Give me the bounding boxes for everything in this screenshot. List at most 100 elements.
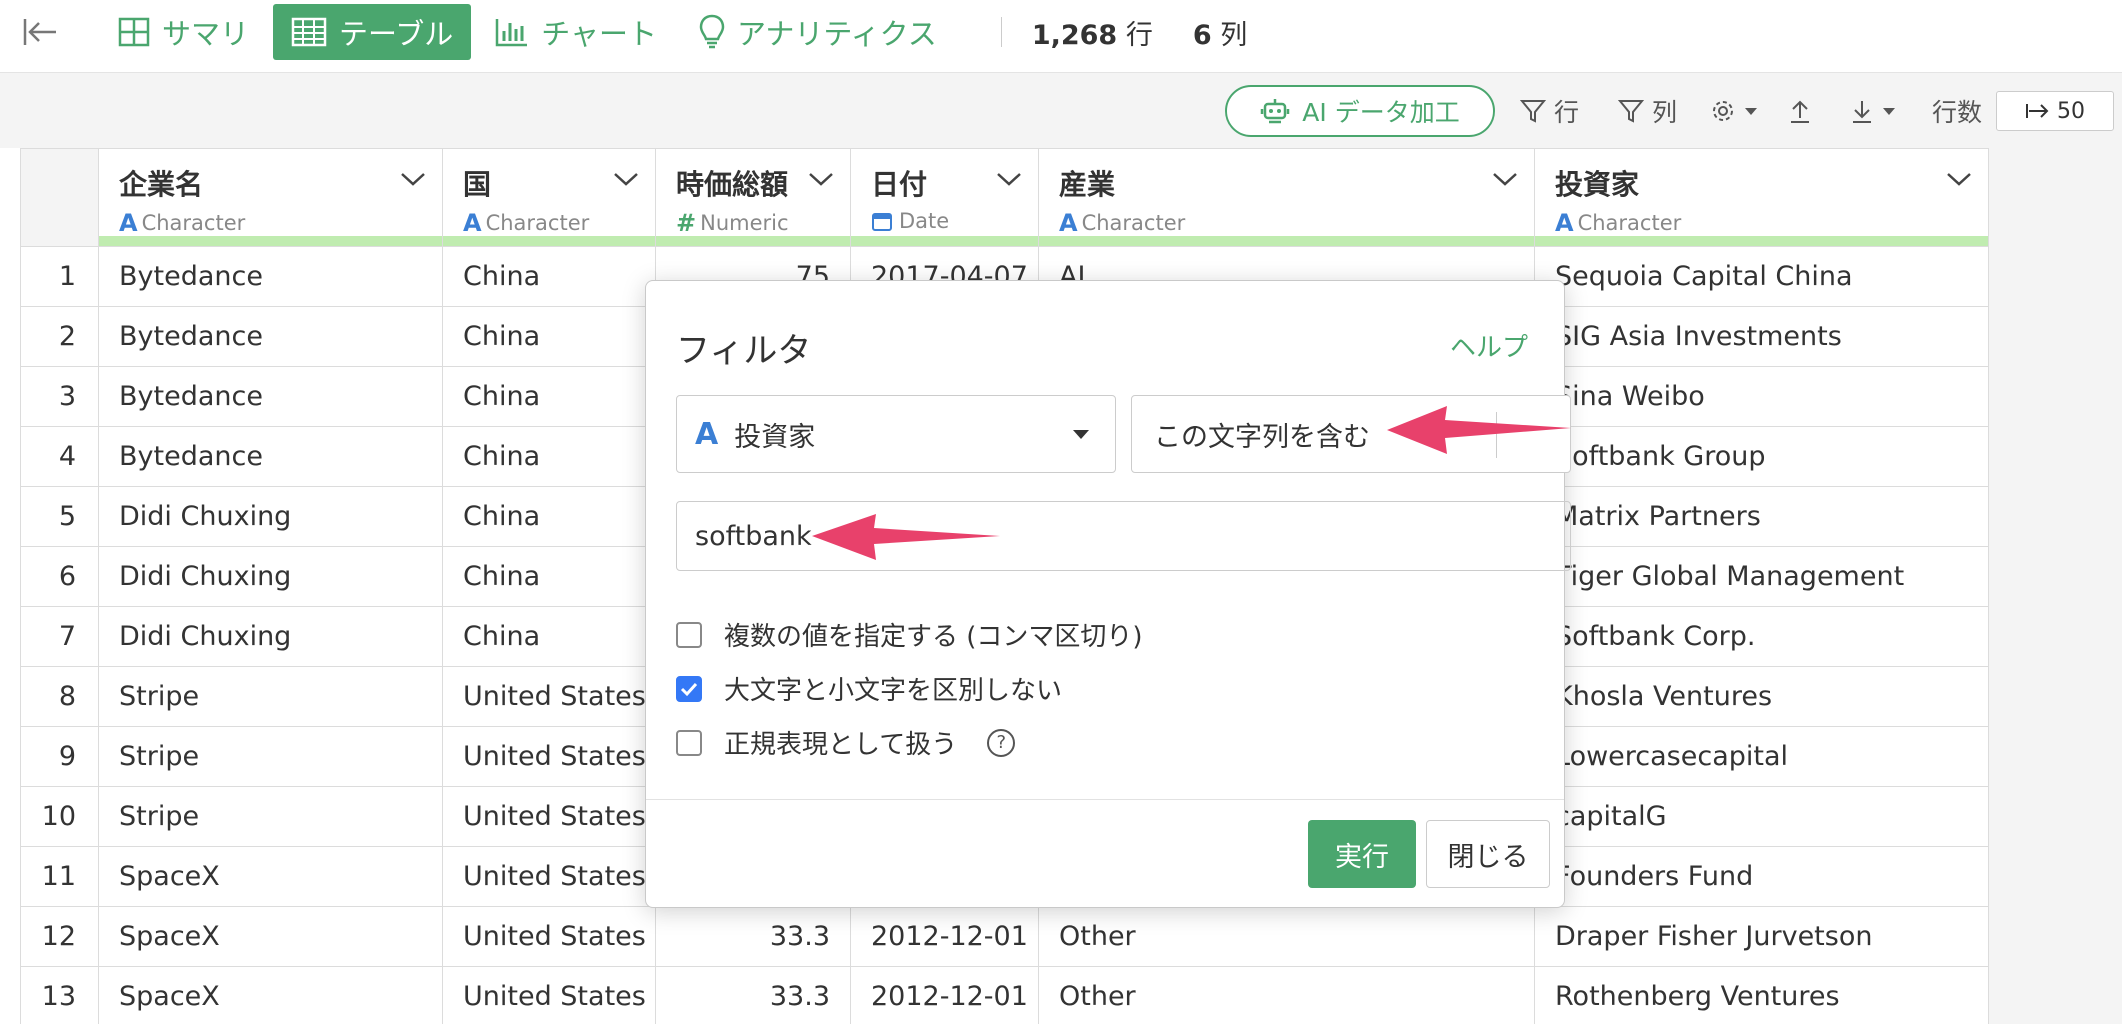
character-type-icon: A (695, 416, 719, 452)
tab-analytics[interactable]: アナリティクス (681, 4, 955, 60)
run-button[interactable]: 実行 (1308, 820, 1416, 888)
chevron-down-icon[interactable] (400, 171, 426, 187)
option-regex[interactable]: 正規表現として扱う ? (676, 724, 1016, 761)
option-case-insensitive[interactable]: 大文字と小文字を区別しない (676, 670, 1062, 707)
table-row[interactable]: 13 SpaceX United States 33.3 2012-12-01 Other… (20, 966, 1989, 1024)
table-cell: United States (442, 666, 656, 727)
table-cell: 2012-12-01 (850, 906, 1039, 967)
selected-operator: この文字列を含む (1154, 421, 1370, 453)
chevron-down-icon[interactable] (1946, 171, 1972, 187)
help-link[interactable]: ヘルプ (1450, 327, 1528, 364)
row-number: 2 (20, 306, 99, 367)
table-cell: China (442, 246, 656, 307)
settings-menu-button[interactable] (1710, 93, 1766, 129)
arrow-right-bar-icon (2026, 104, 2049, 118)
tab-summary[interactable]: サマリ (100, 4, 267, 60)
table-cell: Other (1038, 906, 1535, 967)
regex-checkbox[interactable] (676, 729, 702, 756)
chevron-down-icon[interactable] (1492, 171, 1518, 187)
header-row: 企業名 A Character 国 A Character 時価総額 # Numeri… (20, 148, 1989, 247)
table-cell: China (442, 306, 656, 367)
lightbulb-icon (699, 14, 725, 49)
summary-grid-icon (118, 17, 150, 47)
calendar-icon (872, 213, 892, 231)
table-cell: China (442, 426, 656, 487)
table-cell: Draper Fisher Jurvetson (1534, 906, 1989, 967)
case-insensitive-checkbox[interactable] (676, 675, 702, 702)
option-multiple-values[interactable]: 複数の値を指定する (コンマ区切り) (676, 616, 1143, 653)
filter-value-text: softbank (695, 520, 812, 552)
column-header-country[interactable]: 国 A Character (442, 148, 656, 247)
robot-icon (1261, 99, 1290, 124)
table-cell: SpaceX (98, 846, 443, 907)
collapse-sidebar-icon[interactable] (20, 12, 60, 52)
upload-button[interactable] (1788, 93, 1820, 129)
column-filter-button[interactable]: 列 (1618, 93, 1677, 129)
table-cell: China (442, 606, 656, 667)
tab-label: チャート (541, 17, 657, 51)
table-cell: Softbank Group (1534, 426, 1989, 487)
character-type-icon: A (463, 209, 482, 237)
multiple-values-checkbox[interactable] (676, 621, 702, 648)
character-type-icon: A (119, 209, 138, 237)
checkmark-icon (680, 682, 698, 696)
table-cell: Matrix Partners (1534, 486, 1989, 547)
table-cell: Bytedance (98, 426, 443, 487)
row-number: 1 (20, 246, 99, 307)
rows-per-page-input[interactable]: 50 (1996, 91, 2114, 131)
table-cell: Stripe (98, 786, 443, 847)
table-cell: capitalG (1534, 786, 1989, 847)
table-cell: SIG Asia Investments (1534, 306, 1989, 367)
character-type-icon: A (1059, 209, 1078, 237)
row-number: 12 (20, 906, 99, 967)
chevron-down-icon[interactable] (613, 171, 639, 187)
column-header-company[interactable]: 企業名 A Character (98, 148, 443, 247)
gear-icon (1713, 101, 1733, 121)
row-number: 6 (20, 546, 99, 607)
table-cell: China (442, 366, 656, 427)
dialog-title: フィルタ (676, 331, 812, 371)
column-header-market-cap[interactable]: 時価総額 # Numeric (655, 148, 851, 247)
download-menu-button[interactable] (1850, 93, 1904, 129)
row-number: 5 (20, 486, 99, 547)
table-cell: United States (442, 906, 656, 967)
filter-column-select[interactable]: A 投資家 (676, 395, 1116, 473)
column-header-date[interactable]: 日付 Date (850, 148, 1039, 247)
column-header-industry[interactable]: 産業 A Character (1038, 148, 1535, 247)
tab-table[interactable]: テーブル (273, 4, 472, 60)
column-header-investor[interactable]: 投資家 A Character (1534, 148, 1989, 247)
table-cell: 33.3 (655, 906, 851, 967)
table-cell: United States (442, 966, 656, 1024)
table-cell: China (442, 546, 656, 607)
table-cell: Sina Weibo (1534, 366, 1989, 427)
table-cell: Lowercasecapital (1534, 726, 1989, 787)
tab-chart[interactable]: チャート (477, 4, 675, 60)
table-row[interactable]: 12 SpaceX United States 33.3 2012-12-01 Other… (20, 906, 1989, 967)
column-count: 6 列 (1192, 19, 1248, 51)
chevron-down-icon[interactable] (996, 171, 1022, 187)
chevron-down-icon[interactable] (808, 171, 834, 187)
table-cell: SpaceX (98, 966, 443, 1024)
table-cell: Khosla Ventures (1534, 666, 1989, 727)
row-number-header (20, 148, 99, 247)
caret-down-icon (1883, 108, 1895, 115)
table-cell: Stripe (98, 666, 443, 727)
table-cell: China (442, 486, 656, 547)
table-cell: Stripe (98, 726, 443, 787)
table-cell: Rothenberg Ventures (1534, 966, 1989, 1024)
row-number: 7 (20, 606, 99, 667)
filter-icon (1618, 100, 1644, 123)
ai-button-label: AI データ加工 (1302, 98, 1460, 127)
caret-down-icon (1073, 430, 1089, 439)
filter-dialog: フィルタ ヘルプ A 投資家 この文字列を含む softbank 複数の値を指定… (645, 280, 1571, 908)
table-cell: United States (442, 786, 656, 847)
upload-icon (1791, 100, 1809, 123)
row-filter-button[interactable]: 行 (1520, 93, 1579, 129)
close-button[interactable]: 閉じる (1426, 820, 1550, 888)
caret-down-icon (1745, 108, 1757, 115)
annotation-arrow-value (812, 514, 1000, 560)
question-icon[interactable]: ? (987, 728, 1016, 757)
nav-divider (1000, 17, 1002, 47)
table-cell: Tiger Global Management (1534, 546, 1989, 607)
ai-data-processing-button[interactable]: AI データ加工 (1225, 85, 1495, 137)
